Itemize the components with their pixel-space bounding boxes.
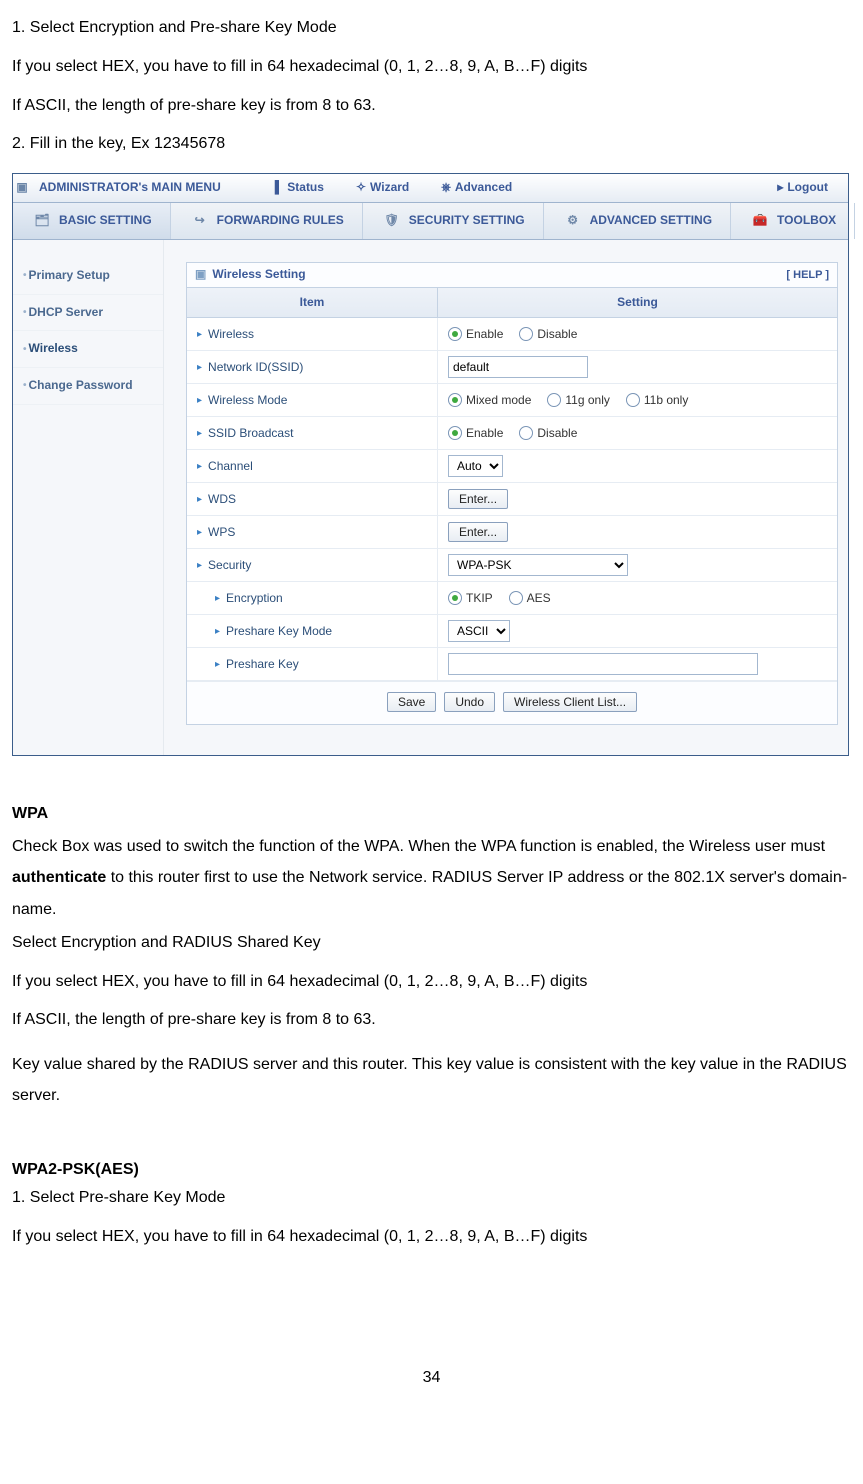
arrow-icon: ▸ bbox=[215, 592, 220, 605]
tab-security-setting[interactable]: 🛡 SECURITY SETTING bbox=[363, 203, 544, 239]
forwarding-icon: ↪ bbox=[189, 212, 211, 230]
arrow-icon: ▸ bbox=[197, 427, 202, 440]
label-wireless: Wireless bbox=[208, 327, 254, 343]
encryption-tkip-radio[interactable]: TKIP bbox=[448, 591, 493, 607]
tab-basic-setting[interactable]: 🗂 BASIC SETTING bbox=[13, 203, 171, 239]
sidebar-item-primary-setup[interactable]: • Primary Setup bbox=[13, 258, 163, 295]
mode-11g-radio[interactable]: 11g only bbox=[547, 393, 609, 409]
label-encryption: Encryption bbox=[226, 591, 283, 607]
label-wds: WDS bbox=[208, 492, 236, 508]
label-ssid-broadcast: SSID Broadcast bbox=[208, 426, 293, 442]
arrow-icon: ▸ bbox=[197, 526, 202, 539]
advanced-icon: ⎈ bbox=[441, 180, 451, 196]
arrow-icon: ▸ bbox=[197, 361, 202, 374]
preshare-key-input[interactable] bbox=[448, 653, 758, 675]
encryption-aes-radio[interactable]: AES bbox=[509, 591, 551, 607]
tab-bar: 🗂 BASIC SETTING ↪ FORWARDING RULES 🛡 SEC… bbox=[13, 203, 848, 240]
wpa-ascii: If ASCII, the length of pre-share key is… bbox=[12, 1010, 851, 1031]
panel-title: Wireless Setting bbox=[212, 267, 305, 283]
tab-forwarding-rules[interactable]: ↪ FORWARDING RULES bbox=[171, 203, 363, 239]
wireless-setting-panel: ▣ Wireless Setting [ HELP ] Item Setting… bbox=[186, 262, 838, 725]
panel-icon: ▣ bbox=[195, 267, 206, 283]
wpa-key-note: Key value shared by the RADIUS server an… bbox=[12, 1049, 851, 1111]
wpa-body: Check Box was used to switch the functio… bbox=[12, 831, 851, 925]
wps-enter-button[interactable]: Enter... bbox=[448, 522, 508, 542]
tab-advanced-setting[interactable]: ⚙ ADVANCED SETTING bbox=[544, 203, 731, 239]
bullet-icon: • bbox=[23, 379, 27, 392]
help-link[interactable]: [ HELP ] bbox=[786, 268, 829, 282]
menu-wizard[interactable]: ✧ Wizard bbox=[340, 180, 425, 196]
label-wps: WPS bbox=[208, 525, 235, 541]
status-icon: ▌ bbox=[275, 180, 284, 196]
wpa-heading: WPA bbox=[12, 804, 851, 825]
home-icon: ▣ bbox=[13, 180, 31, 196]
menu-logout[interactable]: ▸ Logout bbox=[767, 180, 848, 196]
bullet-icon: • bbox=[23, 269, 27, 282]
wizard-icon: ✧ bbox=[356, 180, 366, 196]
ssid-input[interactable] bbox=[448, 356, 588, 378]
wpa2-heading: WPA2-PSK(AES) bbox=[12, 1160, 851, 1181]
arrow-icon: ▸ bbox=[215, 625, 220, 638]
col-setting: Setting bbox=[438, 288, 838, 318]
wpa-select-encryption: Select Encryption and RADIUS Shared Key bbox=[12, 933, 851, 954]
page-number: 34 bbox=[12, 1368, 851, 1389]
menu-advanced[interactable]: ⎈ Advanced bbox=[425, 180, 528, 196]
main-menu-title: ADMINISTRATOR's MAIN MENU bbox=[31, 180, 229, 196]
arrow-icon: ▸ bbox=[215, 658, 220, 671]
undo-button[interactable]: Undo bbox=[444, 692, 495, 712]
channel-select[interactable]: Auto bbox=[448, 455, 503, 477]
sidebar: • Primary Setup • DHCP Server • Wireless… bbox=[13, 240, 164, 755]
mode-mixed-radio[interactable]: Mixed mode bbox=[448, 393, 531, 409]
intro-ascii: If ASCII, the length of pre-share key is… bbox=[12, 96, 851, 117]
arrow-right-icon: ▸ bbox=[777, 180, 783, 196]
label-wireless-mode: Wireless Mode bbox=[208, 393, 287, 409]
label-security: Security bbox=[208, 558, 251, 574]
wpa-hex: If you select HEX, you have to fill in 6… bbox=[12, 972, 851, 993]
tab-toolbox[interactable]: 🧰 TOOLBOX bbox=[731, 203, 855, 239]
arrow-icon: ▸ bbox=[197, 559, 202, 572]
arrow-icon: ▸ bbox=[197, 328, 202, 341]
toolbox-icon: 🧰 bbox=[749, 212, 771, 230]
security-icon: 🛡 bbox=[381, 212, 403, 230]
wireless-client-list-button[interactable]: Wireless Client List... bbox=[503, 692, 637, 712]
intro-step2: 2. Fill in the key, Ex 12345678 bbox=[12, 134, 851, 155]
sidebar-item-dhcp-server[interactable]: • DHCP Server bbox=[13, 295, 163, 332]
wpa2-step1: 1. Select Pre-share Key Mode bbox=[12, 1188, 851, 1209]
label-channel: Channel bbox=[208, 459, 253, 475]
label-ssid: Network ID(SSID) bbox=[208, 360, 303, 376]
col-item: Item bbox=[187, 288, 438, 318]
menu-status[interactable]: ▌ Status bbox=[259, 180, 340, 196]
wireless-disable-radio[interactable]: Disable bbox=[519, 327, 577, 343]
mode-11b-radio[interactable]: 11b only bbox=[626, 393, 688, 409]
router-screenshot: ▣ ADMINISTRATOR's MAIN MENU ▌ Status ✧ W… bbox=[12, 173, 849, 756]
label-preshare-key-mode: Preshare Key Mode bbox=[226, 624, 332, 640]
bullet-icon: • bbox=[23, 343, 27, 356]
basic-setting-icon: 🗂 bbox=[31, 212, 53, 230]
arrow-icon: ▸ bbox=[197, 460, 202, 473]
ssidb-disable-radio[interactable]: Disable bbox=[519, 426, 577, 442]
ssidb-enable-radio[interactable]: Enable bbox=[448, 426, 503, 442]
sidebar-item-change-password[interactable]: • Change Password bbox=[13, 368, 163, 405]
wireless-enable-radio[interactable]: Enable bbox=[448, 327, 503, 343]
advanced-tab-icon: ⚙ bbox=[562, 212, 584, 230]
save-button[interactable]: Save bbox=[387, 692, 436, 712]
wpa2-hex: If you select HEX, you have to fill in 6… bbox=[12, 1227, 851, 1248]
wds-enter-button[interactable]: Enter... bbox=[448, 489, 508, 509]
arrow-icon: ▸ bbox=[197, 394, 202, 407]
sidebar-item-wireless[interactable]: • Wireless bbox=[13, 331, 163, 368]
security-select[interactable]: WPA-PSK bbox=[448, 554, 628, 576]
intro-hex: If you select HEX, you have to fill in 6… bbox=[12, 57, 851, 78]
intro-step1: 1. Select Encryption and Pre-share Key M… bbox=[12, 18, 851, 39]
preshare-key-mode-select[interactable]: ASCII bbox=[448, 620, 510, 642]
arrow-icon: ▸ bbox=[197, 493, 202, 506]
label-preshare-key: Preshare Key bbox=[226, 657, 299, 673]
bullet-icon: • bbox=[23, 306, 27, 319]
main-menu-bar: ▣ ADMINISTRATOR's MAIN MENU ▌ Status ✧ W… bbox=[13, 174, 848, 203]
